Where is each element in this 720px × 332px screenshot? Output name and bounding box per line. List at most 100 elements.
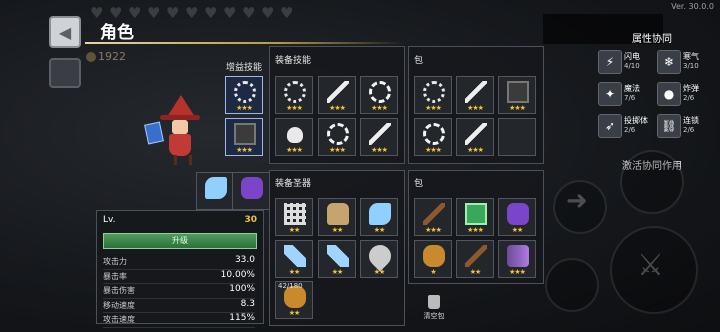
heart-icon: ♥ [242,4,256,22]
star-rating: ★★ [511,226,524,234]
skill-button[interactable] [620,150,684,214]
synergy-item[interactable]: ➶ 投掷体 2/6 [598,114,660,140]
buff-skill-slot[interactable]: ★★★ [225,76,263,114]
synergy-name: 魔法 [624,84,640,93]
synergy-item[interactable]: ⛓ 连锁 2/6 [657,114,719,140]
star-rating: ★★★ [425,104,442,112]
equip-skill-slot[interactable]: ★★★ [318,118,356,156]
bag-relic-slot[interactable]: ★★★ [414,198,452,236]
synergy-icon: ● [657,82,681,106]
back-arrow-icon: ◀ [58,22,72,42]
burst-icon [369,81,391,103]
secondary-button[interactable] [545,258,599,312]
level-label: Lv. [103,215,116,225]
synergy-name: 闪电 [624,52,640,61]
star-rating: ★ [430,268,436,276]
skull-icon [423,81,445,103]
bag-relic-slot[interactable]: ★ [414,240,452,278]
hero-item-slot[interactable] [196,172,234,210]
relic-slot[interactable]: ★★ [318,198,356,236]
shard-icon [284,245,306,267]
bag-skill-slot[interactable]: ★★★ [498,76,536,114]
synergy-name: 连锁 [683,116,699,125]
star-rating: ★★ [288,226,301,234]
bag-skill-slot[interactable]: ★★★ [456,118,494,156]
bag-skill-slot[interactable]: ★★★ [414,118,452,156]
gold-amount: 1922 [98,50,126,63]
heart-icon: ♥ [204,4,218,22]
star-rating: ★★ [469,268,482,276]
sword-icon: ⚔ [637,248,664,283]
bag-skill-slot[interactable] [498,118,536,156]
grid-icon [284,203,306,225]
stat-row: 攻击力 33.0 [103,255,255,270]
spellbook-icon [205,177,227,199]
stick-icon [465,245,487,267]
hero-item-slot[interactable] [232,172,270,210]
relic-slot[interactable]: ★★ [275,198,313,236]
synergy-item[interactable]: ⚡ 闪电 4/10 [598,50,660,76]
equip-skill-slot[interactable]: ★★★ [318,76,356,114]
relic-slot[interactable]: ★★ [360,198,398,236]
relic-slot[interactable]: ★★ [275,240,313,278]
back-button[interactable]: ◀ [49,16,81,48]
synergy-item[interactable]: ✦ 魔法 7/6 [598,82,660,108]
star-rating: ★★★ [329,146,346,154]
equip-skill-slot[interactable]: ★★★ [275,118,313,156]
bag-relic-slot[interactable]: ★★ [456,240,494,278]
bag-relics-label: 包 [414,179,424,189]
slot-count: 42/180 [278,282,303,290]
heart-icon: ♥ [185,4,199,22]
relic-slot[interactable]: ★★ [318,240,356,278]
star-rating: ★★★ [425,226,442,234]
synergy-icon: ❄ [657,50,681,74]
shard-icon [327,245,349,267]
version-label: Ver. 30.0.0 [671,2,714,11]
stick-icon [423,203,445,225]
heart-icon: ♥ [280,4,294,22]
relic-slot[interactable]: 42/180 ★★ [275,281,313,319]
bag-relic-slot[interactable]: ★★★ [456,198,494,236]
bag-skill-slot[interactable]: ★★★ [414,76,452,114]
synergy-item[interactable]: ❄ 寒气 3/10 [657,50,719,76]
flask-icon [287,127,303,143]
burst-icon [327,123,349,145]
equip-skills-label: 装备技能 [275,56,312,66]
star-rating: ★★★ [467,226,484,234]
bag-relic-slot[interactable]: ★★ [498,198,536,236]
lightning-icon [465,81,487,103]
equip-skill-slot[interactable]: ★★★ [360,76,398,114]
synergy-count: 2/6 [683,94,695,102]
stat-row: 移动速度 8.3 [103,298,255,313]
burst-icon [423,123,445,145]
gear-icon [284,81,306,103]
synergy-count: 2/6 [683,126,695,134]
clear-bag-button[interactable]: 清空包 [420,295,448,321]
menu-button[interactable] [49,58,81,88]
bag-skill-slot[interactable]: ★★★ [456,76,494,114]
stat-row: 暴击率 10.00% [103,270,255,284]
upgrade-button[interactable]: 升级 [103,233,257,249]
star-rating: ★★ [288,268,301,276]
relic-slot[interactable]: ★★ [360,240,398,278]
synergy-count: 4/10 [624,62,640,70]
lightning-icon [327,81,349,103]
synergy-count: 3/10 [683,62,699,70]
synergy-count: 7/6 [624,94,636,102]
level-value: 30 [244,215,257,225]
buff-skill-slot[interactable]: ★★★ [225,118,263,156]
purple-creature-icon [241,177,263,199]
equip-skill-slot[interactable]: ★★★ [360,118,398,156]
star-rating: ★★★ [509,268,526,276]
heart-icon: ♥ [223,4,237,22]
heart-icon: ♥ [147,4,161,22]
stat-value: 33.0 [234,255,255,265]
star-rating: ★★ [288,309,301,317]
lightning-icon [465,123,487,145]
scroll-icon [507,81,529,103]
bag-relic-slot[interactable]: ★★★ [498,240,536,278]
stat-value: 8.3 [240,298,255,309]
hero-character [144,95,205,167]
equip-skill-slot[interactable]: ★★★ [275,76,313,114]
synergy-item[interactable]: ● 炸弹 2/6 [657,82,719,108]
